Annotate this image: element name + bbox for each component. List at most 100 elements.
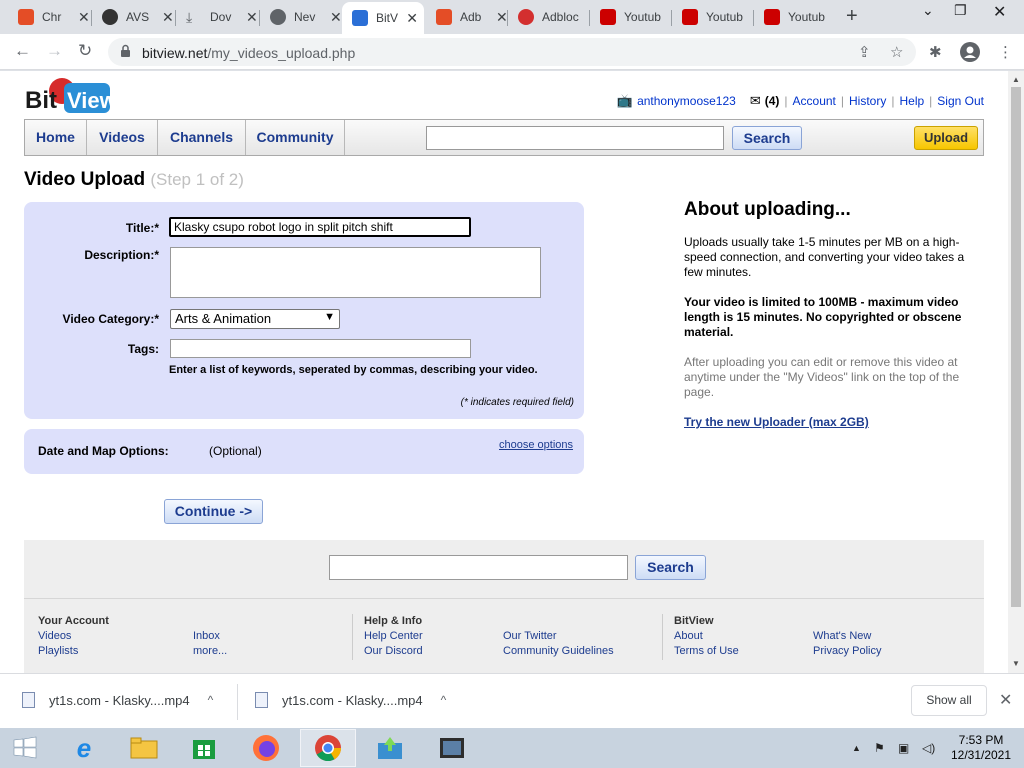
header-search-input[interactable] — [426, 126, 724, 150]
browser-tab-9[interactable]: Youtub — [672, 4, 756, 30]
close-icon[interactable]: ✕ — [78, 9, 90, 26]
nav-channels[interactable]: Channels — [158, 120, 246, 155]
footer-help-center-link[interactable]: Help Center — [364, 630, 423, 642]
footer-about-link[interactable]: About — [674, 630, 703, 642]
nav-community[interactable]: Community — [246, 120, 345, 155]
footer-twitter-link[interactable]: Our Twitter — [503, 630, 557, 642]
close-icon[interactable]: ✕ — [330, 9, 342, 26]
taskbar-ie[interactable]: e — [56, 729, 112, 767]
username-link[interactable]: anthonymoose123 — [637, 94, 736, 108]
footer-playlists-link[interactable]: Playlists — [38, 645, 78, 657]
nav-videos[interactable]: Videos — [87, 120, 158, 155]
new-uploader-link[interactable]: Try the new Uploader (max 2GB) — [684, 415, 869, 429]
tab-search-icon[interactable]: ⌄ — [922, 2, 934, 19]
optional-label: (Optional) — [209, 444, 262, 458]
volume-icon[interactable]: ◁) — [922, 741, 935, 755]
taskbar-explorer[interactable] — [116, 729, 172, 767]
help-link[interactable]: Help — [899, 94, 924, 108]
address-bar[interactable]: bitview.net/my_videos_upload.php — [108, 38, 916, 66]
taskbar-chrome[interactable] — [300, 729, 356, 767]
account-link[interactable]: Account — [793, 94, 836, 108]
inbox-count: (4) — [764, 94, 780, 108]
footer-search-input[interactable] — [329, 555, 628, 580]
footer-inbox-link[interactable]: Inbox — [193, 630, 220, 642]
footer-discord-link[interactable]: Our Discord — [364, 645, 423, 657]
browser-tab-1[interactable]: Chr ✕ — [8, 4, 96, 30]
video-file-icon — [255, 692, 268, 708]
chevron-up-icon[interactable]: ^ — [208, 693, 214, 707]
category-select[interactable]: Arts & Animation ▼ — [170, 309, 340, 329]
close-icon[interactable]: ✕ — [246, 9, 258, 26]
tags-input[interactable] — [170, 339, 471, 358]
close-download-bar-icon[interactable]: ✕ — [999, 690, 1012, 710]
windows-logo-icon — [13, 736, 37, 759]
footer-whats-new-link[interactable]: What's New — [813, 630, 871, 642]
footer-privacy-link[interactable]: Privacy Policy — [813, 645, 881, 657]
browser-tab-4[interactable]: Nev ✕ — [260, 4, 348, 30]
browser-tab-10[interactable]: Youtub — [754, 4, 838, 30]
system-clock[interactable]: 7:53 PM 12/31/2021 — [950, 733, 1012, 763]
bitview-logo[interactable]: Bit View — [24, 77, 112, 115]
taskbar-movie-maker[interactable] — [424, 729, 480, 767]
menu-kebab-icon[interactable]: ⋮ — [998, 43, 1013, 61]
network-icon[interactable]: ▣ — [898, 741, 909, 755]
scrollbar-thumb[interactable] — [1011, 87, 1021, 607]
inbox-icon[interactable]: ✉ — [750, 93, 761, 109]
upload-button[interactable]: Upload — [914, 126, 978, 150]
youtube-icon — [600, 9, 616, 25]
footer-more-link[interactable]: more... — [193, 645, 227, 657]
browser-tab-3[interactable]: ⤓ Dov ✕ — [176, 4, 264, 30]
close-icon[interactable]: ✕ — [162, 9, 174, 26]
close-icon[interactable]: ✕ — [406, 10, 418, 27]
scroll-up-icon[interactable]: ▲ — [1012, 75, 1020, 84]
tags-label: Tags: — [127, 342, 159, 356]
footer-guidelines-link[interactable]: Community Guidelines — [503, 645, 614, 657]
footer-search-button[interactable]: Search — [635, 555, 706, 580]
close-window-icon[interactable]: ✕ — [993, 2, 1006, 22]
film-icon — [440, 738, 464, 758]
browser-tab-bitview[interactable]: BitV ✕ — [342, 2, 424, 34]
footer-videos-link[interactable]: Videos — [38, 630, 71, 642]
tray-expand-icon[interactable]: ▲ — [852, 743, 861, 753]
choose-options-link[interactable]: choose options — [499, 439, 573, 451]
continue-button[interactable]: Continue -> — [164, 499, 263, 524]
tab-favicon-icon — [352, 10, 368, 26]
browser-tab-6[interactable]: Adb ✕ — [426, 4, 514, 30]
download-item-1[interactable]: yt1s.com - Klasky....mp4 ^ — [22, 692, 213, 708]
scroll-down-icon[interactable]: ▼ — [1012, 659, 1020, 668]
bookmark-star-icon[interactable]: ☆ — [890, 43, 903, 61]
forward-icon[interactable]: → — [46, 41, 63, 61]
windows-taskbar: e ▲ ⚑ ▣ ◁) 7:53 PM 12/31/2021 — [0, 728, 1024, 768]
close-icon[interactable]: ✕ — [496, 9, 508, 26]
flag-icon[interactable]: ⚑ — [874, 741, 885, 755]
description-textarea[interactable] — [170, 247, 541, 298]
share-icon[interactable]: ⇪ — [858, 43, 871, 61]
back-icon[interactable]: ← — [14, 41, 31, 61]
chevron-up-icon[interactable]: ^ — [441, 693, 447, 707]
about-text-1: Uploads usually take 1-5 minutes per MB … — [684, 235, 965, 279]
footer: Search Your Account Videos Playlists Inb… — [24, 540, 984, 673]
internet-explorer-icon: e — [76, 732, 92, 763]
nav-home[interactable]: Home — [25, 120, 87, 155]
start-button[interactable] — [0, 729, 50, 767]
history-link[interactable]: History — [849, 94, 886, 108]
new-tab-icon[interactable]: + — [846, 5, 858, 28]
browser-tab-8[interactable]: Youtub — [590, 4, 674, 30]
title-input[interactable]: Klasky csupo robot logo in split pitch s… — [169, 217, 471, 237]
taskbar-store[interactable] — [176, 729, 232, 767]
page-scrollbar[interactable]: ▲ ▼ — [1008, 71, 1024, 673]
extensions-icon[interactable]: ✱ — [929, 43, 942, 61]
profile-avatar-icon[interactable] — [960, 42, 980, 62]
restore-window-icon[interactable]: ❐ — [954, 2, 967, 19]
taskbar-downloader[interactable] — [362, 729, 418, 767]
show-all-downloads-button[interactable]: Show all — [911, 685, 987, 716]
browser-tab-7[interactable]: Adbloc — [508, 4, 592, 30]
sign-out-link[interactable]: Sign Out — [937, 94, 984, 108]
user-links: 📺 anthonymoose123 ✉ (4) | Account | Hist… — [616, 93, 984, 109]
header-search-button[interactable]: Search — [732, 126, 802, 150]
footer-terms-link[interactable]: Terms of Use — [674, 645, 739, 657]
download-item-2[interactable]: yt1s.com - Klasky....mp4 ^ — [255, 692, 446, 708]
taskbar-firefox[interactable] — [238, 729, 294, 767]
reload-icon[interactable]: ↻ — [78, 41, 92, 61]
browser-tab-2[interactable]: AVS ✕ — [92, 4, 180, 30]
